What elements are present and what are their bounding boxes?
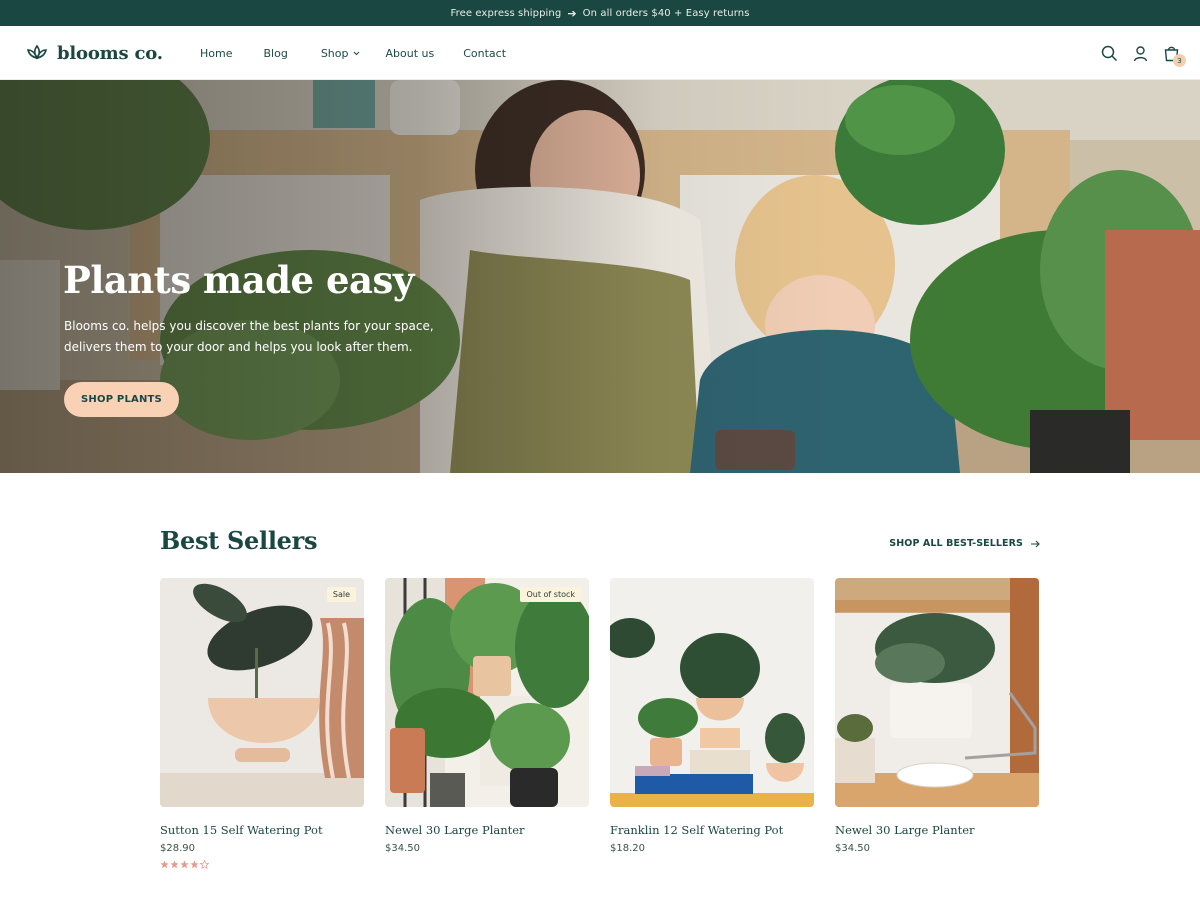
product-image[interactable] [610,578,814,807]
nav-item-shop[interactable]: Shop [321,47,361,60]
product-grid: Sale Sutton 15 Self Watering Pot $28.90 [160,578,1040,878]
account-icon [1133,45,1147,61]
cart-button[interactable]: 3 [1162,44,1186,67]
hero-banner: Plants made easy Blooms co. helps you di… [0,80,1200,473]
star-empty-icon [200,860,209,869]
product-price: $18.20 [610,843,645,854]
star-filled-icon [160,860,169,869]
nav-item-contact[interactable]: Contact [463,47,506,60]
star-filled-icon [180,860,189,869]
nav-item-home[interactable]: Home [200,47,232,60]
chevron-down-icon [354,51,360,55]
shop-all-label: SHOP ALL BEST-SELLERS [889,538,1023,549]
pot-photo [160,578,364,807]
product-card[interactable]: Franklin 12 Self Watering Pot $18.20 [610,578,814,878]
star-filled-icon [190,860,199,869]
product-name[interactable]: Newel 30 Large Planter [385,823,589,837]
nav-item-blog[interactable]: Blog [263,47,287,60]
hero-title: Plants made easy [63,258,414,302]
product-image[interactable] [835,578,1039,807]
site-header: blooms co. Home Blog Shop About us Conta… [0,26,1200,80]
product-name[interactable]: Newel 30 Large Planter [835,823,1039,837]
product-price: $28.90 [160,843,195,854]
search-button[interactable] [1100,44,1118,62]
logo-text: blooms co. [57,42,163,64]
hero-description: Blooms co. helps you discover the best p… [64,319,434,354]
shop-plants-button[interactable]: SHOP PLANTS [64,382,179,417]
out-of-stock-badge: Out of stock [520,587,581,602]
lotus-logo-icon [26,44,48,60]
nav-label: Contact [463,46,507,60]
star-filled-icon [170,860,179,869]
announcement-orders-text: On all orders $40 + Easy returns [582,7,750,19]
announcement-shipping-text: Free express shipping [450,7,562,19]
planters-photo [385,578,589,807]
shop-all-best-sellers-link[interactable]: SHOP ALL BEST-SELLERS [889,538,1040,549]
main-nav: Home Blog Shop About us Contact [200,26,537,80]
cart-count-badge: 3 [1173,54,1186,67]
search-icon [1101,45,1117,61]
arrow-right-icon [1031,540,1040,547]
nav-label: Blog [263,46,288,60]
account-button[interactable] [1131,44,1149,62]
product-image[interactable]: Sale [160,578,364,807]
product-rating [160,860,364,869]
self-watering-pot-photo [610,578,814,807]
arrow-right-icon: ➔ [567,6,577,20]
product-price: $34.50 [835,843,870,854]
product-name[interactable]: Sutton 15 Self Watering Pot [160,823,364,837]
product-card[interactable]: Sale Sutton 15 Self Watering Pot $28.90 [160,578,364,878]
nav-label: About us [385,46,435,60]
watering-planter-photo [835,578,1039,807]
nav-label: Shop [320,46,349,60]
sale-badge: Sale [326,587,356,602]
nav-item-about[interactable]: About us [385,47,434,60]
product-name[interactable]: Franklin 12 Self Watering Pot [610,823,814,837]
announcement-bar: Free express shipping ➔ On all orders $4… [0,0,1200,26]
logo[interactable]: blooms co. [26,40,163,66]
nav-label: Home [200,46,233,60]
header-actions: 3 [1100,26,1186,80]
product-card[interactable]: Newel 30 Large Planter $34.50 [835,578,1039,878]
product-card[interactable]: Out of stock Newel 30 Large Planter $34.… [385,578,589,878]
best-sellers-title: Best Sellers [160,526,318,555]
product-image[interactable]: Out of stock [385,578,589,807]
product-price: $34.50 [385,843,420,854]
